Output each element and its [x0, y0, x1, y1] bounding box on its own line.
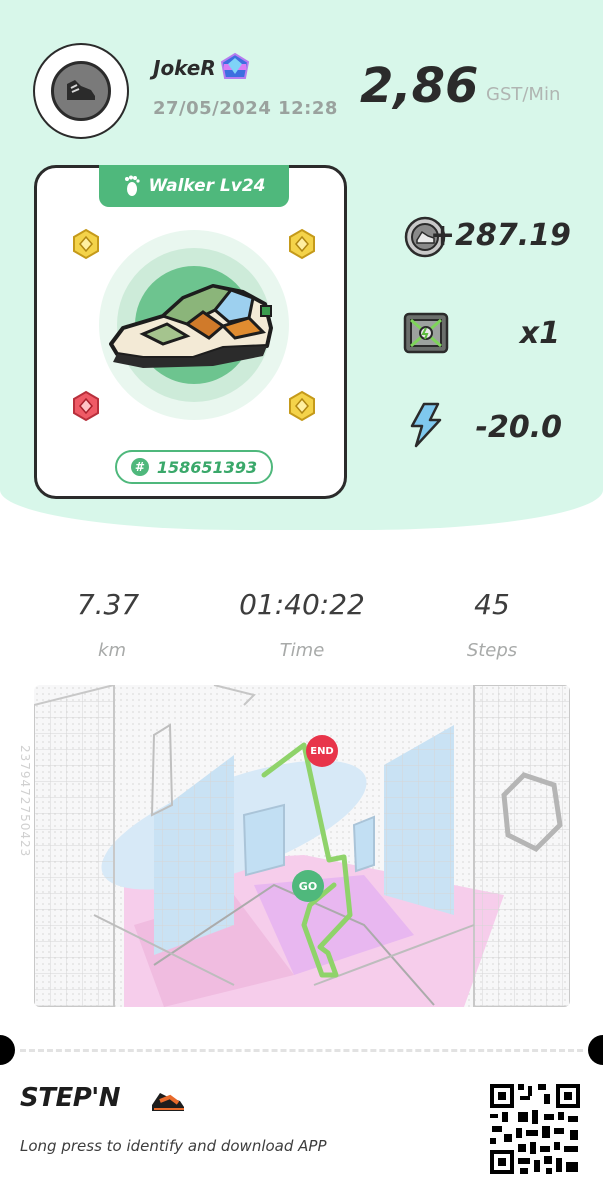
- duration-label: Time: [279, 640, 325, 661]
- socket-gem-icon: [289, 228, 315, 260]
- earning-rate-unit: GST/Min: [486, 84, 561, 105]
- route-map[interactable]: END GO: [34, 685, 570, 1007]
- stepn-shoe-logo-icon: [152, 1093, 184, 1111]
- sneaker-card[interactable]: Walker Lv24 # 158651393: [34, 165, 347, 499]
- socket-gem-icon: [73, 228, 99, 260]
- hash-icon: #: [130, 458, 149, 476]
- footprint-icon: [124, 175, 140, 196]
- distance-value: 7.37: [76, 588, 140, 621]
- socket-gem-icon: [73, 390, 99, 422]
- duration-value: 01:40:22: [239, 588, 365, 621]
- steps-label: Steps: [466, 640, 518, 661]
- rank-badge-icon: [220, 52, 250, 79]
- username: JokeR: [153, 56, 216, 80]
- sneaker-id-badge: # 158651393: [115, 450, 273, 484]
- mystery-box-icon: [403, 312, 449, 354]
- energy-bolt-icon: [410, 402, 442, 448]
- route-start-marker: GO: [292, 870, 324, 902]
- right-notch: [588, 1035, 603, 1065]
- route-map-background: [34, 685, 570, 1007]
- gst-earned-value: +287.19: [430, 218, 571, 253]
- steps-value: 45: [474, 588, 510, 621]
- sneaker-avatar-icon: [51, 61, 111, 121]
- run-datetime: 27/05/2024 12:28: [153, 98, 338, 119]
- brand-wordmark: STEP'N: [20, 1083, 121, 1113]
- route-end-marker: END: [306, 735, 338, 767]
- avatar[interactable]: [33, 43, 129, 139]
- sneaker-id-label: 158651393: [156, 457, 258, 477]
- footer-caption: Long press to identify and download APP: [20, 1137, 327, 1155]
- energy-spent-value: -20.0: [475, 410, 562, 445]
- share-card: JokeR 27/05/2024 12:28 2,86 GST/Min Walk…: [0, 0, 603, 1200]
- sneaker-level-tab: Walker Lv24: [99, 165, 289, 207]
- mystery-box-count: x1: [519, 316, 560, 351]
- side-serial: 2379472750423: [18, 745, 32, 858]
- sneaker-level-label: Walker Lv24: [148, 176, 266, 196]
- sneaker-image: [109, 284, 273, 368]
- left-notch: [0, 1035, 15, 1065]
- socket-gem-icon: [289, 390, 315, 422]
- download-qr-code[interactable]: [488, 1082, 582, 1176]
- ticket-divider: [20, 1049, 583, 1052]
- distance-label: km: [98, 640, 126, 661]
- earning-rate: 2,86: [360, 58, 479, 114]
- stepn-logo: STEP'N: [20, 1083, 190, 1119]
